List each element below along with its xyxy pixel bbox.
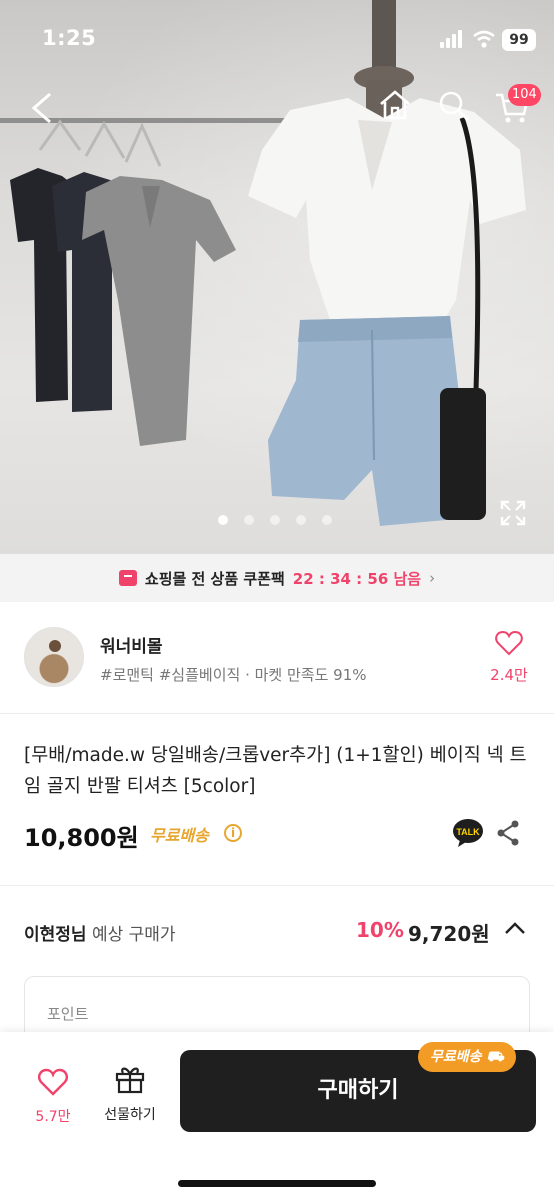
free-shipping-badge-label: 무료배송: [430, 1049, 482, 1065]
product-title: [무배/made.w 당일배송/크롭ver추가] (1+1할인) 베이직 넥 트…: [24, 745, 527, 797]
like-button[interactable]: 5.7만: [28, 1068, 78, 1126]
wifi-icon: [473, 30, 495, 48]
gallery-dot-5[interactable]: [322, 515, 332, 525]
gallery-dot-3[interactable]: [270, 515, 280, 525]
coupon-label: 쇼핑몰 전 상품 쿠폰팩: [144, 569, 285, 588]
like-count: 5.7만: [35, 1109, 71, 1125]
svg-text:TALK: TALK: [456, 827, 480, 837]
coupon-timer: 22 : 34 : 56 남음: [292, 569, 422, 588]
battery-indicator: 99: [502, 29, 536, 51]
shop-name[interactable]: 워너비몰: [100, 632, 163, 657]
gift-label: 선물하기: [104, 1107, 156, 1123]
gallery-pagination[interactable]: [218, 515, 332, 525]
shop-like-count: 2.4만: [490, 666, 528, 684]
bottom-action-bar: 5.7만 선물하기 구매하기 무료배송 ⛟: [0, 1032, 554, 1200]
gallery-dot-1[interactable]: [218, 515, 228, 525]
product-price: 10,800원: [24, 824, 139, 852]
chevron-right-icon: ›: [429, 569, 436, 587]
product-image-gallery[interactable]: [0, 0, 554, 554]
search-icon[interactable]: [438, 90, 470, 122]
truck-icon: ⛟: [486, 1049, 505, 1065]
shop-avatar[interactable]: [24, 627, 84, 687]
signal-icon: [440, 30, 462, 48]
info-icon[interactable]: i: [224, 824, 242, 842]
coupon-icon: [118, 570, 137, 586]
home-indicator: [178, 1180, 376, 1187]
fullscreen-icon[interactable]: [500, 500, 526, 526]
status-time: 1:25: [42, 26, 97, 50]
free-shipping-badge: 무료배송 ⛟: [418, 1042, 517, 1072]
denim-shorts: [268, 316, 462, 526]
cart-count-badge: 104: [508, 84, 541, 106]
expected-price-label: 이현정님 예상 구매가: [24, 920, 176, 945]
gift-button[interactable]: 선물하기: [96, 1064, 164, 1124]
share-icon[interactable]: [496, 820, 520, 846]
handbag: [440, 388, 486, 520]
status-bar: 1:25 99: [0, 0, 554, 80]
gallery-dot-4[interactable]: [296, 515, 306, 525]
section-divider: [0, 885, 554, 886]
heart-icon: [495, 630, 523, 656]
product-photo: [0, 0, 526, 526]
home-icon[interactable]: [378, 88, 412, 122]
gift-icon: [115, 1067, 145, 1094]
gallery-dot-2[interactable]: [244, 515, 254, 525]
shop-like-button[interactable]: 2.4만: [486, 630, 532, 685]
heart-icon: [38, 1068, 68, 1096]
shop-info[interactable]: 워너비몰 #로맨틱 #심플베이직 · 마켓 만족도 91% 2.4만: [0, 602, 554, 714]
discount-percent: 10%: [356, 918, 404, 942]
user-name: 이현정님: [24, 925, 87, 945]
expected-label: 예상 구매가: [91, 925, 176, 945]
free-shipping-label: 무료배송: [150, 826, 209, 845]
expected-price: 9,720원: [408, 922, 490, 946]
point-label: 포인트: [47, 1005, 89, 1023]
back-icon[interactable]: [30, 92, 54, 124]
kakao-talk-icon[interactable]: TALK: [452, 818, 484, 848]
shop-tags: #로맨틱 #심플베이직 · 마켓 만족도 91%: [100, 666, 367, 684]
chevron-up-icon[interactable]: [504, 920, 526, 936]
coupon-banner[interactable]: 쇼핑몰 전 상품 쿠폰팩 22 : 34 : 56 남음 ›: [0, 554, 554, 602]
